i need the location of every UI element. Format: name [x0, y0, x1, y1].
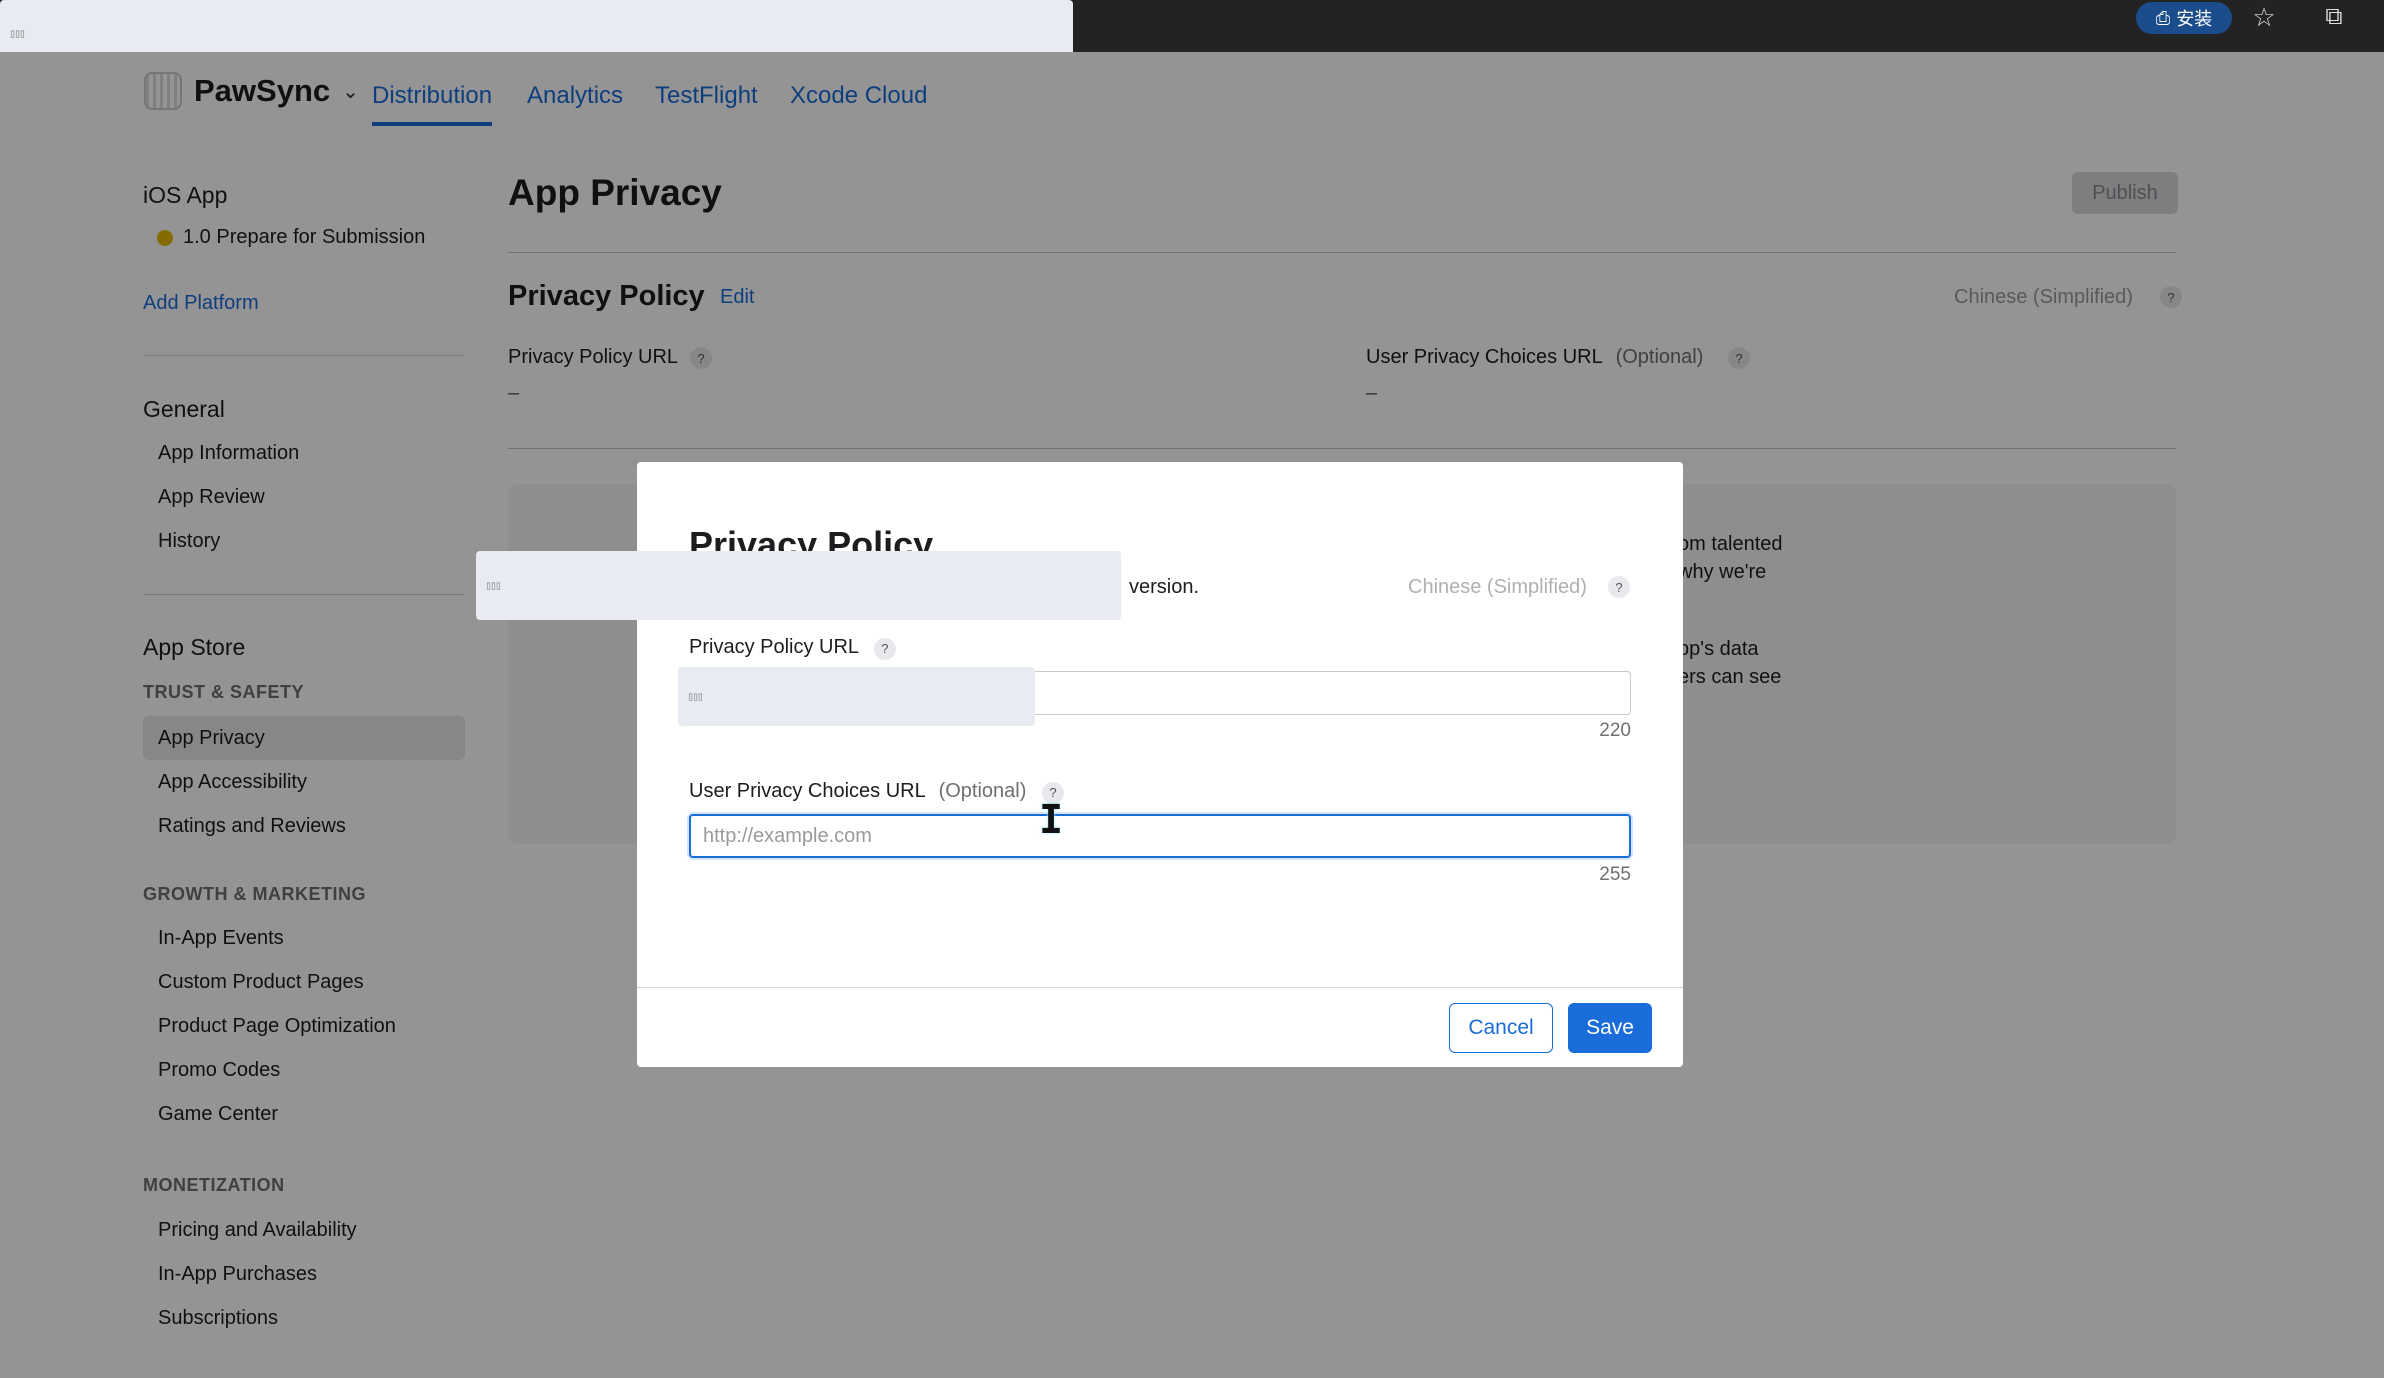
- text-cursor-icon: I: [1039, 797, 1064, 843]
- divider: [637, 987, 1683, 988]
- puzzle-icon[interactable]: ⧉: [2316, 0, 2352, 34]
- optional-label: (Optional): [938, 780, 1027, 802]
- redacted-text: ▯▯▯: [486, 580, 501, 590]
- install-label: 安装: [2176, 9, 2213, 29]
- privacy-url-field-label-text: Privacy Policy URL: [689, 636, 859, 658]
- privacy-url-counter: 220: [1599, 720, 1631, 741]
- star-icon[interactable]: ☆: [2246, 0, 2282, 34]
- install-icon: ⎙: [2155, 7, 2171, 28]
- redacted-block: ▯▯▯: [476, 551, 1121, 620]
- help-icon[interactable]: ?: [1608, 576, 1630, 598]
- choices-url-field-label: User Privacy Choices URL (Optional) ?: [689, 780, 1064, 804]
- save-button[interactable]: Save: [1568, 1003, 1652, 1053]
- choices-url-input[interactable]: [689, 814, 1631, 858]
- install-app-button[interactable]: ⎙ 安装: [2136, 2, 2232, 34]
- choices-url-counter: 255: [1599, 864, 1631, 885]
- modal-language-label[interactable]: Chinese (Simplified): [1408, 576, 1587, 599]
- choices-url-field-label-text: User Privacy Choices URL: [689, 780, 925, 802]
- cancel-button[interactable]: Cancel: [1449, 1003, 1553, 1053]
- modal-subtitle: version.: [1129, 576, 1200, 598]
- redacted-block: ▯▯▯: [678, 667, 1035, 726]
- privacy-url-field-label: Privacy Policy URL ?: [689, 636, 896, 660]
- redacted-text: ▯▯▯: [688, 691, 703, 701]
- tab-placeholder-text: ▯▯▯: [10, 28, 25, 39]
- help-icon[interactable]: ?: [873, 637, 896, 660]
